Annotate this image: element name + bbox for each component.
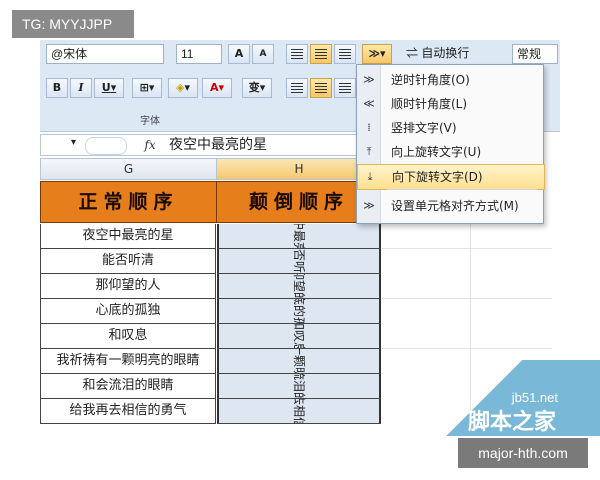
rotate-up-icon: ⤒ [366, 145, 372, 158]
wrap-text-button[interactable]: ⇌ 自动换行 [402, 44, 500, 64]
cell-rotated[interactable]: 能否听清 [217, 249, 381, 274]
menu-item-rotate-up[interactable]: ⤒ 向上旋转文字(U) [357, 140, 543, 164]
orientation-button[interactable]: ≫▾ [362, 44, 392, 64]
rotated-text: 给我再去相信的勇气 [287, 399, 311, 423]
vertical-text-icon: ⁞ [367, 121, 371, 134]
rotate-down-icon: ⤓ [367, 170, 373, 183]
grow-font-button[interactable]: A [228, 44, 250, 64]
align-right-icon [339, 83, 351, 93]
align-bottom-icon [339, 49, 351, 59]
font-size-select[interactable]: 11 [176, 44, 222, 64]
font-name-select[interactable]: @宋体 [46, 44, 164, 64]
rotated-text: 和叹息 [291, 324, 306, 349]
cell-rotated[interactable]: 和会流泪的眼睛 [217, 374, 381, 399]
cell-rotated[interactable]: 给我再去相信的勇气 [217, 399, 381, 424]
header-normal-order[interactable]: 正常顺序 [40, 181, 217, 223]
cell-rotated[interactable]: 和叹息 [217, 324, 381, 349]
rotated-text: 和会流泪的眼睛 [287, 374, 311, 398]
watermark-site-cn: 脚本之家 [467, 410, 556, 435]
menu-item-label: 顺时针角度(L) [391, 97, 468, 111]
cell-normal[interactable]: 那仰望的人 [40, 274, 216, 299]
menu-item-rotate-down[interactable]: ⤓ 向下旋转文字(D) [357, 164, 545, 190]
align-bottom-button[interactable] [334, 44, 356, 64]
align-middle-button[interactable] [310, 44, 332, 64]
watermark-site: jb51.net 脚本之家 [420, 360, 600, 436]
watermark-site-en: jb51.net [511, 390, 558, 405]
fill-color-icon: ◈ [176, 81, 185, 94]
font-group-label: 字体 [140, 116, 160, 127]
align-right-button[interactable] [334, 78, 356, 98]
menu-item-label: 逆时针角度(O) [391, 73, 470, 87]
align-center-icon [315, 83, 327, 93]
cell-normal[interactable]: 能否听清 [40, 249, 216, 274]
shrink-font-button[interactable]: A [252, 44, 274, 64]
rotated-text: 能否听清 [291, 249, 306, 274]
align-top-button[interactable] [286, 44, 308, 64]
cell-normal[interactable]: 和会流泪的眼睛 [40, 374, 216, 399]
align-left-button[interactable] [286, 78, 308, 98]
grid-line [382, 348, 552, 349]
fx-icon[interactable]: fx [140, 136, 160, 154]
fill-color-button[interactable]: ◈▾ [168, 78, 198, 98]
rotated-text: 心底的孤独 [287, 299, 311, 323]
wrap-text-icon: ⇌ [406, 46, 422, 60]
rotated-text: 我祈祷有一颗明亮的眼睛 [287, 349, 311, 373]
clockwise-icon: ≪ [363, 97, 375, 110]
grid-line [382, 248, 552, 249]
italic-button[interactable]: I [70, 78, 92, 98]
formula-content[interactable]: 夜空中最亮的星 [169, 137, 267, 153]
cell-rotated[interactable]: 夜空中最亮的星 [217, 224, 381, 249]
bold-button[interactable]: B [46, 78, 68, 98]
orientation-icon: ≫▾ [368, 47, 386, 60]
menu-item-format-alignment[interactable]: ≫ 设置单元格对齐方式(M) [357, 194, 543, 218]
menu-separator [387, 189, 537, 190]
name-box-dropdown-icon[interactable]: ▾ [71, 137, 76, 148]
align-top-icon [291, 49, 303, 59]
cell-rotated[interactable]: 我祈祷有一颗明亮的眼睛 [217, 349, 381, 374]
font-color-button[interactable]: A▾ [202, 78, 232, 98]
menu-item-counterclockwise[interactable]: ≫ 逆时针角度(O) [357, 68, 543, 92]
menu-item-label: 向下旋转文字(D) [392, 170, 483, 184]
column-header-g[interactable]: G [40, 158, 217, 180]
align-left-icon [291, 83, 303, 93]
cell-normal[interactable]: 夜空中最亮的星 [40, 224, 216, 249]
watermark-top-left: TG: MYYJJPP [12, 10, 134, 38]
borders-button[interactable]: ⊞▾ [132, 78, 162, 98]
rotated-text: 夜空中最亮的星 [287, 224, 311, 248]
align-middle-icon [315, 49, 327, 59]
menu-item-label: 向上旋转文字(U) [391, 145, 482, 159]
align-center-button[interactable] [310, 78, 332, 98]
zoom-slider[interactable] [85, 137, 127, 155]
formula-bar: ▾ 夜空中最亮的星 [40, 134, 360, 156]
counterclockwise-icon: ≫ [363, 73, 375, 86]
menu-item-label: 设置单元格对齐方式(M) [391, 199, 519, 213]
watermark-bottom: major-hth.com [458, 438, 588, 468]
rotated-text: 那仰望的人 [287, 274, 311, 298]
borders-icon: ⊞▾ [139, 81, 155, 94]
cell-normal[interactable]: 心底的孤独 [40, 299, 216, 324]
underline-button[interactable]: U▾ [94, 78, 124, 98]
cell-normal[interactable]: 和叹息 [40, 324, 216, 349]
menu-item-clockwise[interactable]: ≪ 顺时针角度(L) [357, 92, 543, 116]
cell-normal[interactable]: 给我再去相信的勇气 [40, 399, 216, 424]
format-alignment-icon: ≫ [363, 199, 375, 212]
phonetic-button[interactable]: 变▾ [242, 78, 272, 98]
cell-normal[interactable]: 我祈祷有一颗明亮的眼睛 [40, 349, 216, 374]
grid-line [382, 298, 552, 299]
number-format-select[interactable]: 常规 [512, 44, 558, 64]
menu-item-vertical-text[interactable]: ⁞ 竖排文字(V) [357, 116, 543, 140]
menu-item-label: 竖排文字(V) [391, 121, 457, 135]
orientation-menu-items: ≫ 逆时针角度(O) ≪ 顺时针角度(L) ⁞ 竖排文字(V) ⤒ 向上旋转文字(U) ⤓ 向下旋… [357, 66, 545, 222]
cell-rotated[interactable]: 心底的孤独 [217, 299, 381, 324]
cell-rotated[interactable]: 那仰望的人 [217, 274, 381, 299]
